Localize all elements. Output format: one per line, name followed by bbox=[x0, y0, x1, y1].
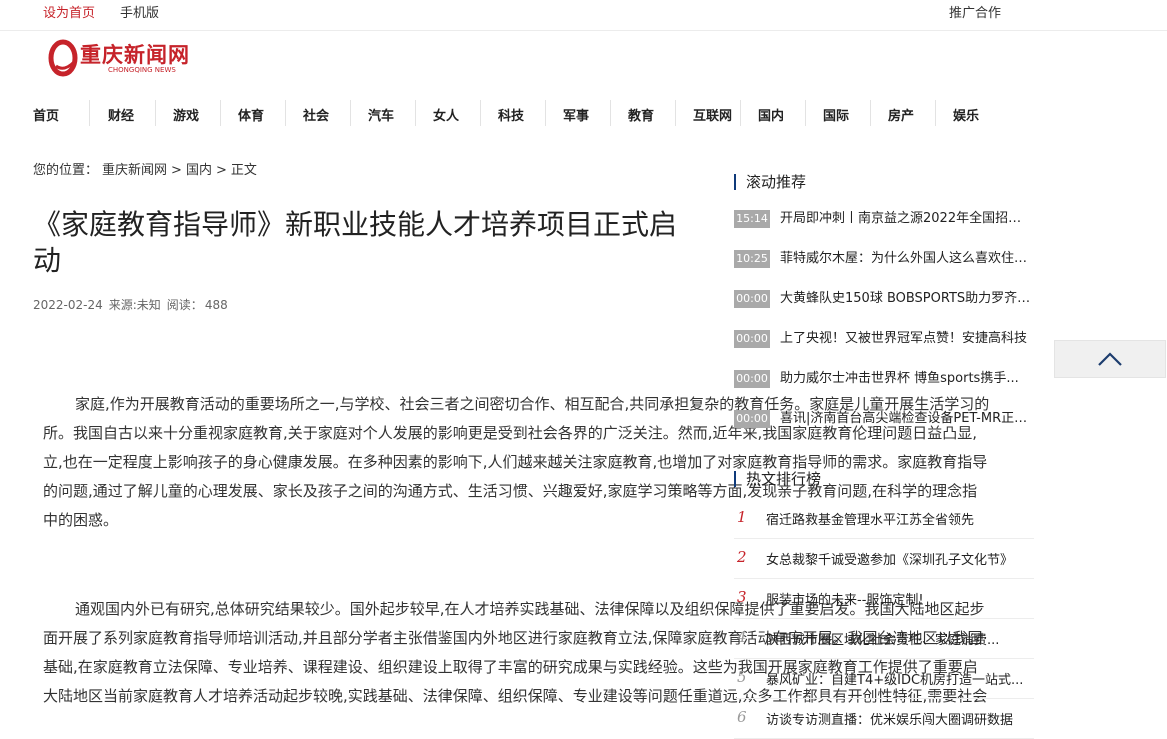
nav-divider bbox=[675, 100, 676, 126]
nav-divider bbox=[415, 100, 416, 126]
scroll-item-link[interactable]: 助力威尔士冲击世界杯 博鱼sports携手... bbox=[780, 370, 1032, 388]
time-badge: 15:14 bbox=[734, 210, 770, 228]
nav-divider bbox=[545, 100, 546, 126]
nav-item-finance[interactable]: 财经 bbox=[108, 105, 134, 124]
breadcrumb-current: 正文 bbox=[230, 163, 257, 178]
nav-item-military[interactable]: 军事 bbox=[563, 105, 589, 124]
article-source: 来源:未知 bbox=[108, 298, 161, 312]
scroll-item[interactable]: 00:00 助力威尔士冲击世界杯 博鱼sports携手... bbox=[734, 370, 1034, 390]
hot-item[interactable]: 5 暴风矿业：自建T4+级IDC机房打造一站式... bbox=[734, 658, 1034, 699]
rank-number: 6 bbox=[737, 708, 747, 726]
nav-divider bbox=[935, 100, 936, 126]
top-bar: 设为首页 手机版 推广合作 bbox=[0, 0, 1167, 31]
nav-item-education[interactable]: 教育 bbox=[628, 105, 654, 124]
article-meta: 2022-02-24 来源:未知 阅读： 488 bbox=[33, 296, 234, 313]
breadcrumb-category-link[interactable]: 国内 bbox=[186, 163, 212, 178]
back-to-top-button[interactable] bbox=[1054, 340, 1166, 378]
nav-divider bbox=[805, 100, 806, 126]
chevron-up-icon bbox=[1098, 352, 1122, 366]
nav-divider bbox=[155, 100, 156, 126]
hot-item[interactable]: 4 陕西城市圈区域化社会责任、家庭消费... bbox=[734, 618, 1034, 659]
hot-item-link[interactable]: 访谈专访测直播：优米娱乐闯大圈调研数据 bbox=[766, 709, 1034, 728]
nav-divider bbox=[610, 100, 611, 126]
scroll-item[interactable]: 15:14 开局即冲刺丨南京益之源2022年全国招商会圆满举办 bbox=[734, 210, 1034, 230]
hot-item[interactable]: 1 宿迁路救基金管理水平江苏全省领先 bbox=[734, 498, 1034, 539]
rank-number: 2 bbox=[737, 548, 747, 566]
breadcrumb-label: 您的位置： bbox=[33, 163, 99, 178]
time-badge: 00:00 bbox=[734, 290, 770, 308]
hot-item-link[interactable]: 宿迁路救基金管理水平江苏全省领先 bbox=[766, 509, 1034, 528]
nav-item-home[interactable]: 首页 bbox=[33, 105, 59, 124]
nav-divider bbox=[220, 100, 221, 126]
scroll-item-link[interactable]: 大黄蜂队史150球 BOBSPORTS助力罗齐尔创纪录 bbox=[780, 290, 1032, 308]
article-views-label: 阅读： bbox=[166, 298, 203, 312]
time-badge: 00:00 bbox=[734, 330, 770, 348]
rank-number: 3 bbox=[737, 588, 747, 606]
main-nav: 首页 财经 游戏 体育 社会 汽车 女人 科技 军事 教育 互联网 国内 国际 … bbox=[0, 96, 1000, 130]
article-views: 488 bbox=[204, 298, 228, 312]
logo-text-cn: 重庆新闻网 bbox=[80, 42, 190, 67]
hot-item[interactable]: 6 访谈专访测直播：优米娱乐闯大圈调研数据 bbox=[734, 698, 1034, 739]
logo-text-en: CHONGQING NEWS bbox=[108, 66, 176, 74]
hot-ranking-title: 热文排行榜 bbox=[734, 471, 821, 487]
nav-item-domestic[interactable]: 国内 bbox=[758, 105, 784, 124]
nav-item-society[interactable]: 社会 bbox=[303, 105, 329, 124]
paragraph-line: 立,也在一定程度上影响孩子的身心健康发展。在多种因素的影响下,人们越来越关注家庭… bbox=[43, 453, 988, 471]
nav-divider bbox=[285, 100, 286, 126]
scroll-item[interactable]: 10:25 菲特威尔木屋：为什么外国人这么喜欢住木屋 bbox=[734, 250, 1034, 270]
nav-item-auto[interactable]: 汽车 bbox=[368, 105, 394, 124]
nav-divider bbox=[740, 100, 741, 126]
nav-item-internet[interactable]: 互联网 bbox=[693, 105, 732, 124]
article-title: 《家庭教育指导师》新职业技能人才培养项目正式启动 bbox=[33, 208, 678, 277]
mobile-version-link[interactable]: 手机版 bbox=[120, 2, 159, 21]
time-badge: 00:00 bbox=[734, 410, 770, 428]
promote-link[interactable]: 推广合作 bbox=[949, 2, 1001, 21]
hot-item-link[interactable]: 服装市场的未来--服饰定制! bbox=[766, 589, 1034, 608]
time-badge: 00:00 bbox=[734, 370, 770, 388]
rank-number: 5 bbox=[737, 668, 747, 686]
scroll-item-link[interactable]: 菲特威尔木屋：为什么外国人这么喜欢住木屋 bbox=[780, 250, 1032, 268]
hot-item-link[interactable]: 陕西城市圈区域化社会责任、家庭消费... bbox=[766, 629, 1034, 648]
hot-item-link[interactable]: 暴风矿业：自建T4+级IDC机房打造一站式... bbox=[766, 669, 1034, 688]
breadcrumb: 您的位置： 重庆新闻网 > 国内 > 正文 bbox=[33, 159, 261, 178]
hot-item[interactable]: 2 女总裁黎千诚受邀参加《深圳孔子文化节》 bbox=[734, 538, 1034, 579]
breadcrumb-separator: > bbox=[215, 163, 227, 178]
nav-item-women[interactable]: 女人 bbox=[433, 105, 459, 124]
rank-number: 1 bbox=[737, 508, 747, 526]
scroll-item-link[interactable]: 喜讯|济南首台高尖端检查设备PET-MR正式... bbox=[780, 410, 1032, 428]
rank-number: 4 bbox=[737, 628, 747, 646]
site-logo[interactable]: 重庆新闻网 CHONGQING NEWS bbox=[48, 38, 198, 80]
breadcrumb-site-link[interactable]: 重庆新闻网 bbox=[102, 163, 167, 178]
nav-item-entertainment[interactable]: 娱乐 bbox=[953, 105, 979, 124]
scroll-recommend-title: 滚动推荐 bbox=[734, 174, 806, 190]
hot-item-link[interactable]: 女总裁黎千诚受邀参加《深圳孔子文化节》 bbox=[766, 549, 1034, 568]
nav-divider bbox=[870, 100, 871, 126]
time-badge: 10:25 bbox=[734, 250, 770, 268]
nav-item-sports[interactable]: 体育 bbox=[238, 105, 264, 124]
logo-mark-icon bbox=[48, 39, 78, 77]
nav-divider bbox=[350, 100, 351, 126]
nav-item-games[interactable]: 游戏 bbox=[173, 105, 199, 124]
nav-item-realestate[interactable]: 房产 bbox=[888, 105, 914, 124]
nav-divider bbox=[480, 100, 481, 126]
nav-divider bbox=[89, 100, 90, 126]
nav-item-international[interactable]: 国际 bbox=[823, 105, 849, 124]
set-home-link[interactable]: 设为首页 bbox=[43, 2, 95, 21]
hot-item[interactable]: 3 服装市场的未来--服饰定制! bbox=[734, 578, 1034, 619]
scroll-item[interactable]: 00:00 大黄蜂队史150球 BOBSPORTS助力罗齐尔创纪录 bbox=[734, 290, 1034, 310]
article-date: 2022-02-24 bbox=[33, 298, 103, 312]
nav-item-tech[interactable]: 科技 bbox=[498, 105, 524, 124]
scroll-item-link[interactable]: 上了央视！又被世界冠军点赞！安捷高科技 bbox=[780, 330, 1032, 348]
scroll-item-link[interactable]: 开局即冲刺丨南京益之源2022年全国招商会圆满举办 bbox=[780, 210, 1032, 228]
scroll-item[interactable]: 00:00 上了央视！又被世界冠军点赞！安捷高科技 bbox=[734, 330, 1034, 350]
breadcrumb-separator: > bbox=[171, 163, 182, 178]
scroll-item[interactable]: 00:00 喜讯|济南首台高尖端检查设备PET-MR正式... bbox=[734, 410, 1034, 430]
